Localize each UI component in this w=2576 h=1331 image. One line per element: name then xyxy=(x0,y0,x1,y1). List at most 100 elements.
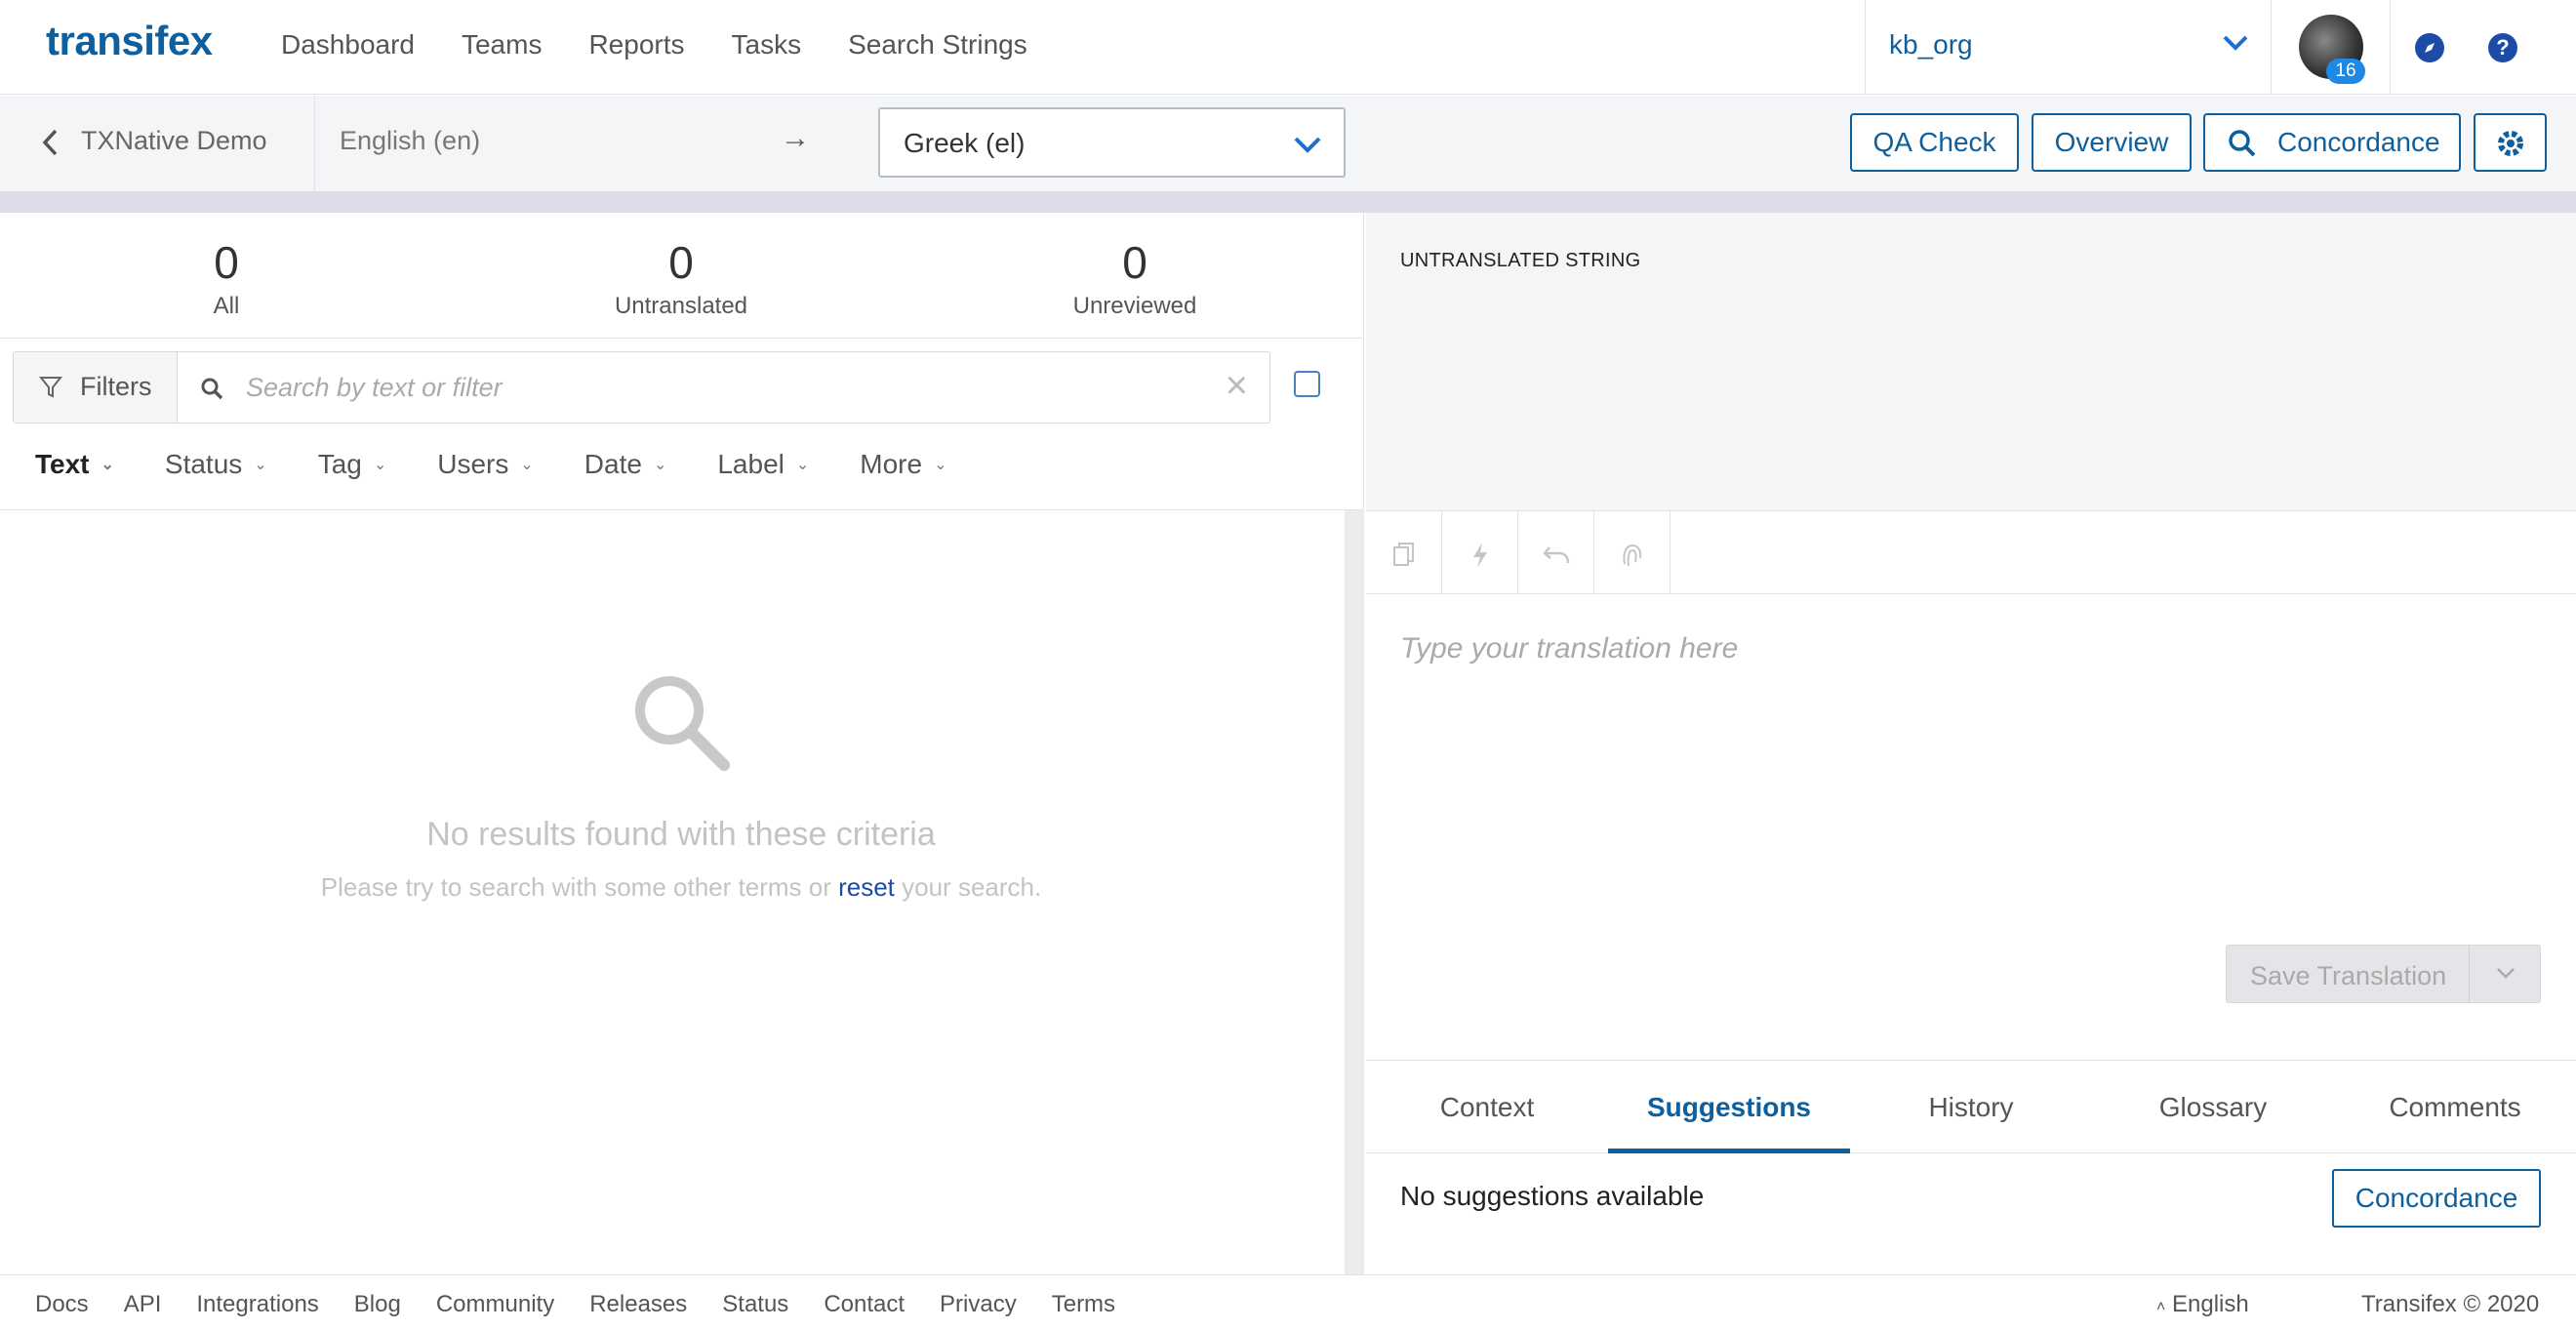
divider xyxy=(2469,946,2470,1002)
transifex-logo[interactable]: transifex xyxy=(46,18,213,64)
org-selector[interactable]: kb_org xyxy=(1865,0,2272,95)
magnifier-icon xyxy=(635,676,730,771)
stat-unreviewed[interactable]: 0 Unreviewed xyxy=(1037,236,1232,320)
filter-tab-date[interactable]: Date ⌄ xyxy=(584,449,667,480)
filter-tab-tag[interactable]: Tag ⌄ xyxy=(318,449,387,480)
filters-label: Filters xyxy=(80,372,152,401)
stat-all-value: 0 xyxy=(214,237,239,288)
footer-link-contact[interactable]: Contact xyxy=(824,1291,905,1318)
target-language-value: Greek (el) xyxy=(904,128,1026,158)
org-name: kb_org xyxy=(1889,29,1973,60)
footer-links: Docs API Integrations Blog Community Rel… xyxy=(35,1291,1150,1318)
footer-link-terms[interactable]: Terms xyxy=(1052,1291,1115,1318)
project-name[interactable]: TXNative Demo xyxy=(81,126,267,156)
editor-toolbar xyxy=(1366,510,2576,594)
search-icon xyxy=(2229,130,2256,157)
filter-tab-text[interactable]: Text ⌄ xyxy=(35,449,114,480)
stat-untranslated-value: 0 xyxy=(668,237,694,288)
nav-teams[interactable]: Teams xyxy=(462,29,542,60)
select-all-checkbox[interactable] xyxy=(1294,371,1320,397)
footer-link-api[interactable]: API xyxy=(124,1291,162,1318)
filter-tabs: Text ⌄ Status ⌄ Tag ⌄ Users ⌄ Date ⌄ Label ⌄ M… xyxy=(35,449,997,480)
chevron-down-icon: ⌄ xyxy=(795,457,810,473)
string-list-pane: 0 All 0 Untranslated 0 Unreviewed Filter… xyxy=(0,213,1364,1274)
footer-copyright: Transifex © 2020 xyxy=(2361,1291,2540,1317)
footer-link-status[interactable]: Status xyxy=(722,1291,788,1318)
divider xyxy=(0,509,1364,510)
editor-tabs: Context Suggestions History Glossary Com… xyxy=(1366,1060,2576,1153)
filter-tab-more[interactable]: More ⌄ xyxy=(860,449,946,480)
source-string-area: UNTRANSLATED STRING xyxy=(1366,213,2576,510)
translation-input[interactable]: Type your translation here xyxy=(1400,632,1738,666)
top-navbar: transifex Dashboard Teams Reports Tasks … xyxy=(0,0,2576,95)
filter-tab-label: More xyxy=(860,449,923,479)
reset-link[interactable]: reset xyxy=(838,872,895,902)
overview-button[interactable]: Overview xyxy=(2032,113,2192,172)
chevron-down-icon: ⌄ xyxy=(934,457,947,473)
chevron-down-icon: ⌄ xyxy=(653,457,667,473)
chevron-down-icon: ⌄ xyxy=(520,457,534,473)
lightning-icon[interactable] xyxy=(1442,511,1518,594)
chevron-left-icon[interactable] xyxy=(39,127,60,158)
nav-search-strings[interactable]: Search Strings xyxy=(848,29,1027,60)
filter-tab-label: Text xyxy=(35,449,90,479)
tab-glossary[interactable]: Glossary xyxy=(2092,1061,2334,1153)
footer-link-blog[interactable]: Blog xyxy=(354,1291,401,1318)
concordance-button[interactable]: Concordance xyxy=(2203,113,2461,172)
filter-tab-label: Tag xyxy=(317,449,362,479)
footer-language-select[interactable]: ˄ English xyxy=(2156,1291,2249,1318)
compass-icon[interactable] xyxy=(2415,33,2444,62)
help-icon[interactable]: ? xyxy=(2488,33,2517,62)
chevron-down-icon xyxy=(2223,35,2248,51)
close-icon[interactable]: × xyxy=(1226,364,1248,408)
empty-state-title: No results found with these criteria xyxy=(426,816,936,853)
filter-tab-label[interactable]: Label ⌄ xyxy=(717,449,809,480)
qa-check-button[interactable]: QA Check xyxy=(1850,113,2019,172)
tab-suggestions[interactable]: Suggestions xyxy=(1608,1061,1850,1153)
save-translation-button[interactable]: Save Translation xyxy=(2226,945,2541,1003)
footer-link-integrations[interactable]: Integrations xyxy=(196,1291,318,1318)
stat-unreviewed-label: Unreviewed xyxy=(1072,293,1197,319)
search-icon xyxy=(201,378,223,400)
empty-state-text: Please try to search with some other ter… xyxy=(0,872,1362,903)
concordance-button[interactable]: Concordance xyxy=(2332,1169,2541,1228)
empty-text-before: Please try to search with some other ter… xyxy=(320,872,831,902)
divider xyxy=(314,96,315,191)
nav-dashboard[interactable]: Dashboard xyxy=(281,29,415,60)
progress-strip xyxy=(0,191,2576,213)
nav-tasks[interactable]: Tasks xyxy=(732,29,802,60)
footer-link-community[interactable]: Community xyxy=(436,1291,554,1318)
main-nav: Dashboard Teams Reports Tasks Search Str… xyxy=(281,29,1074,60)
tab-history[interactable]: History xyxy=(1850,1061,2092,1153)
editor-pane: UNTRANSLATED STRING Type your translatio… xyxy=(1366,213,2576,1274)
tab-comments[interactable]: Comments xyxy=(2334,1061,2576,1153)
filter-tab-users[interactable]: Users ⌄ xyxy=(437,449,534,480)
save-translation-label: Save Translation xyxy=(2250,961,2447,990)
footer-link-releases[interactable]: Releases xyxy=(589,1291,687,1318)
filters-button[interactable]: Filters xyxy=(14,352,178,423)
copy-source-icon[interactable] xyxy=(1366,511,1442,594)
filter-tab-label: Status xyxy=(164,449,243,479)
undo-icon[interactable] xyxy=(1518,511,1594,594)
footer-language: English xyxy=(2172,1291,2249,1317)
chevron-down-icon[interactable] xyxy=(2495,966,2516,982)
target-language-select[interactable]: Greek (el) xyxy=(878,107,1346,178)
stat-untranslated[interactable]: 0 Untranslated xyxy=(584,236,779,320)
tab-context[interactable]: Context xyxy=(1366,1061,1608,1153)
stat-all[interactable]: 0 All xyxy=(187,236,265,320)
chevron-up-icon: ˄ xyxy=(2156,1299,2166,1315)
filter-tab-status[interactable]: Status ⌄ xyxy=(165,449,267,480)
stat-unreviewed-value: 0 xyxy=(1122,237,1147,288)
divider xyxy=(0,338,1364,339)
footer-link-privacy[interactable]: Privacy xyxy=(940,1291,1017,1318)
nav-reports[interactable]: Reports xyxy=(588,29,684,60)
settings-button[interactable] xyxy=(2474,113,2547,172)
empty-text-after: your search. xyxy=(902,872,1042,902)
chevron-down-icon: ⌄ xyxy=(373,457,387,473)
filter-tab-label: Users xyxy=(437,449,509,479)
footer-link-docs[interactable]: Docs xyxy=(35,1291,89,1318)
fingerprint-icon[interactable] xyxy=(1594,511,1670,594)
chevron-down-icon xyxy=(1294,137,1321,153)
search-input[interactable]: Search by text or filter xyxy=(246,373,503,403)
stat-all-label: All xyxy=(213,293,240,319)
